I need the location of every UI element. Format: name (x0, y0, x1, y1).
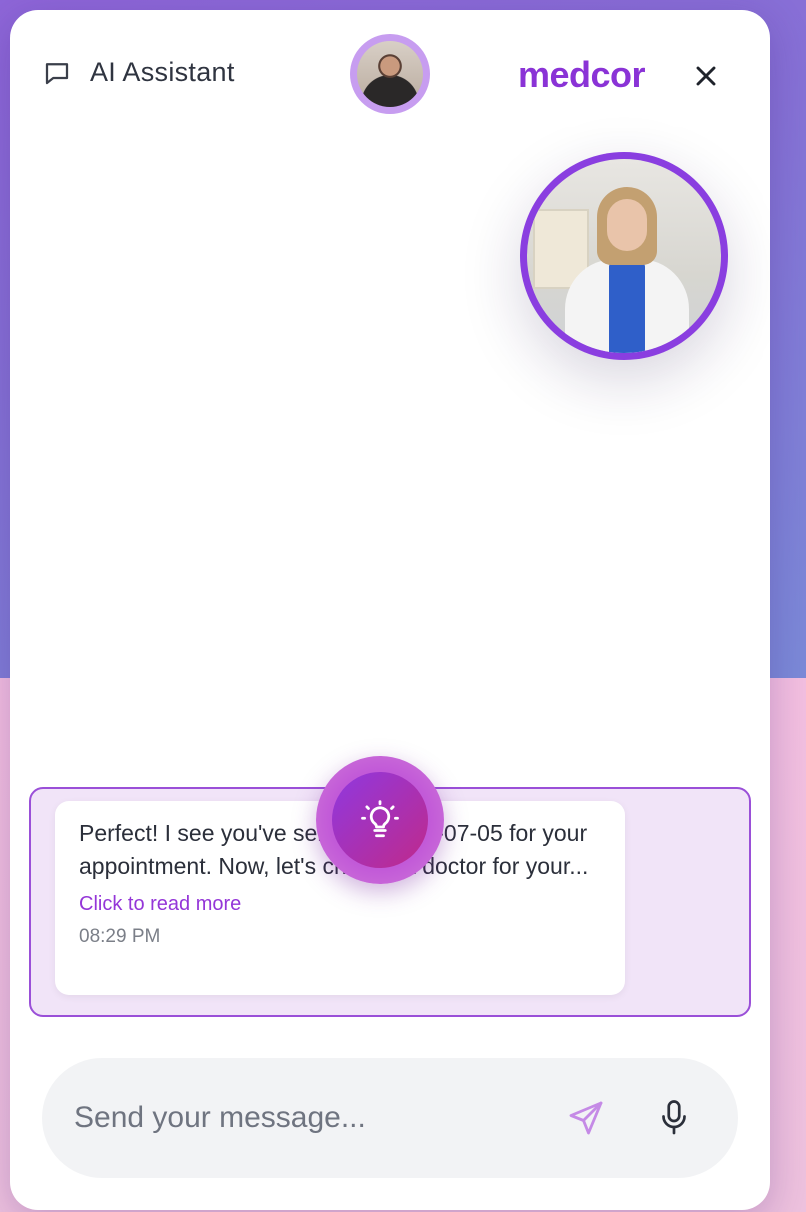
suggestions-button[interactable] (316, 756, 444, 884)
doctor-avatar[interactable] (520, 152, 728, 360)
lightbulb-icon (332, 772, 428, 868)
assistant-title: AI Assistant (90, 57, 235, 87)
user-avatar[interactable] (350, 34, 430, 114)
assistant-header: AI Assistant medcor (10, 10, 770, 140)
message-composer (42, 1058, 738, 1178)
read-more-link[interactable]: Click to read more (79, 893, 601, 916)
microphone-icon[interactable] (656, 1098, 692, 1138)
send-icon[interactable] (566, 1098, 606, 1138)
close-icon[interactable] (690, 60, 722, 92)
brand-logo: medcor (518, 54, 646, 95)
message-input[interactable] (74, 1094, 544, 1142)
doctor-avatar-photo (527, 159, 721, 353)
user-avatar-photo (357, 41, 423, 107)
message-timestamp: 08:29 PM (79, 926, 161, 947)
chat-bubble-icon (42, 58, 72, 88)
assistant-panel: AI Assistant medcor Perfect! I see you'v… (10, 10, 770, 1210)
